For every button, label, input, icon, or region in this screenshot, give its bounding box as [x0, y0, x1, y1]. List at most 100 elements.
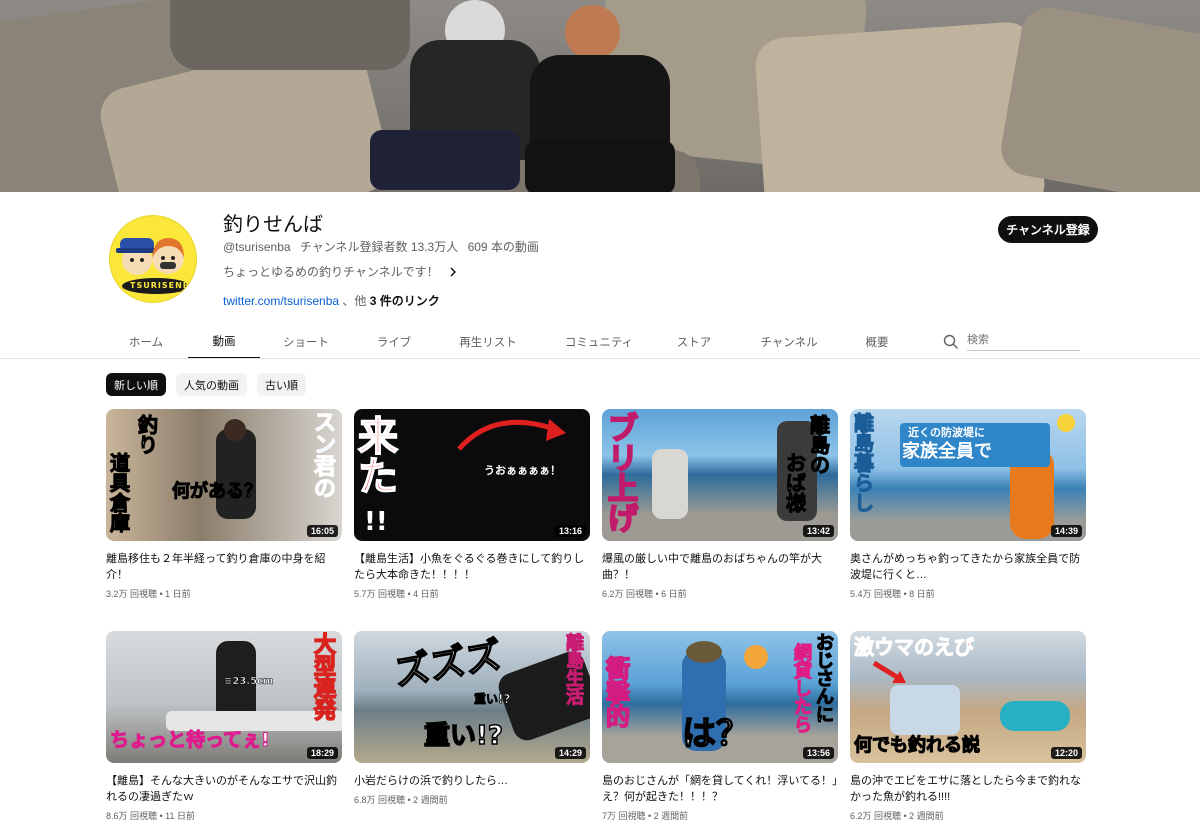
upload-age: 2 週間前: [909, 811, 944, 821]
thumb-text: スン君の: [314, 411, 337, 502]
thumb-text: 重い!?: [474, 692, 511, 706]
tab-community[interactable]: コミュニティ: [540, 324, 658, 359]
tab-playlists[interactable]: 再生リスト: [436, 324, 540, 359]
video-card[interactable]: 来た !! うおぁぁぁぁ！ 13:16 【離島生活】小魚をぐるぐる巻きにして釣り…: [354, 409, 590, 600]
thumb-text: 離島生活: [566, 633, 585, 708]
search-input[interactable]: [967, 332, 1080, 351]
video-thumbnail[interactable]: 衝撃的 は？ おじさんに 網貸したら 13:56: [602, 631, 838, 763]
chevron-right-icon: [450, 267, 456, 276]
video-thumbnail[interactable]: 激ウマのえび 何でも釣れる説 12:20: [850, 631, 1086, 763]
channel-name: 釣りせんば: [223, 214, 323, 236]
video-meta: 8.6万 回視聴 • 11 日前: [106, 811, 196, 821]
video-title[interactable]: 島のおじさんが「網を貸してくれ！浮いてる！」え？何が起きた！！！？: [602, 773, 838, 805]
video-title[interactable]: 【離島生活】小魚をぐるぐる巻きにして釣りしたら大本命きた！！！！: [354, 551, 590, 583]
thumb-text: 衝撃的: [605, 655, 631, 731]
thumb-text: ちょっと待ってぇ!: [110, 729, 271, 751]
view-count: 6.2万 回視聴: [602, 589, 654, 599]
video-meta: 3.2万 回視聴 • 1 日前: [106, 589, 191, 599]
video-title[interactable]: 爆風の厳しい中で離島のおばちゃんの竿が大曲？！: [602, 551, 838, 583]
upload-age: 4 日前: [413, 589, 439, 599]
video-count: 609 本の動画: [467, 240, 539, 254]
video-duration: 13:16: [554, 525, 586, 537]
thumb-text: 来た: [357, 414, 399, 500]
twitter-link[interactable]: twitter.com/tsurisenba: [223, 294, 339, 308]
thumb-text: 道具倉庫: [110, 451, 131, 535]
thumb-text: 重い!?: [423, 721, 503, 751]
view-count: 5.7万 回視聴: [354, 589, 406, 599]
channel-handle: @tsurisenba: [223, 240, 291, 254]
channel-links: twitter.com/tsurisenba 、他 3 件のリンク: [223, 292, 440, 309]
more-links-prefix: 、他: [342, 294, 367, 308]
video-meta: 6.8万 回視聴 • 2 週間前: [354, 795, 448, 805]
upload-age: 11 日前: [165, 811, 196, 821]
channel-banner: [0, 0, 1200, 192]
thumb-text: 網貸したら: [794, 643, 813, 736]
video-duration: 18:29: [306, 747, 338, 759]
channel-avatar[interactable]: TSURISENBA: [109, 215, 197, 303]
chip-newest[interactable]: 新しい順: [106, 373, 166, 396]
thumb-text: 離島暮らし: [854, 411, 875, 515]
tab-home[interactable]: ホーム: [104, 324, 188, 359]
video-meta: 5.4万 回視聴 • 8 日前: [850, 589, 935, 599]
thumb-text: ≡23.5cm: [224, 676, 274, 687]
channel-description[interactable]: ちょっとゆるめの釣りチャンネルです！: [223, 263, 457, 280]
upload-age: 1 日前: [165, 589, 191, 599]
thumb-text: おじさんに: [816, 633, 835, 726]
video-title[interactable]: 奥さんがめっちゃ釣ってきたから家族全員で防波堤に行くと…: [850, 551, 1086, 583]
view-count: 5.4万 回視聴: [850, 589, 902, 599]
video-duration: 14:29: [554, 747, 586, 759]
view-count: 8.6万 回視聴: [106, 811, 158, 821]
thumb-text: ズズズ: [390, 634, 505, 695]
video-meta: 5.7万 回視聴 • 4 日前: [354, 589, 439, 599]
video-duration: 13:42: [802, 525, 834, 537]
video-thumbnail[interactable]: ブリ上げ 離島の おば様 13:42: [602, 409, 838, 541]
video-title[interactable]: 島の沖でエビをエサに落としたら今まで釣れなかった魚が釣れる!!!!: [850, 773, 1086, 805]
chip-oldest[interactable]: 古い順: [257, 373, 306, 396]
thumb-text: うおぁぁぁぁ！: [484, 464, 561, 477]
video-card[interactable]: 衝撃的 は？ おじさんに 網貸したら 13:56 島のおじさんが「網を貸してくれ…: [602, 631, 838, 822]
red-arrow-graphic: [872, 660, 906, 683]
video-thumbnail[interactable]: 釣り 道具倉庫 何がある？ スン君の 16:05: [106, 409, 342, 541]
upload-age: 6 日前: [661, 589, 687, 599]
thumb-text: 何がある？: [172, 481, 263, 502]
video-card[interactable]: 離島生活 ズズズ 重い!? 重い!? 14:29 小岩だらけの浜で釣りしたら… …: [354, 631, 590, 806]
tab-channels[interactable]: チャンネル: [730, 324, 848, 359]
more-links-button[interactable]: 3 件のリンク: [370, 294, 440, 308]
video-duration: 13:56: [802, 747, 834, 759]
subscribe-button[interactable]: チャンネル登録: [998, 216, 1098, 243]
video-duration: 12:20: [1050, 747, 1082, 759]
thumb-text: 家族全員で: [902, 441, 992, 462]
thumb-text: 激ウマのえび: [854, 635, 975, 659]
chip-popular[interactable]: 人気の動画: [176, 373, 247, 396]
upload-age: 2 週間前: [653, 811, 689, 821]
video-title[interactable]: 離島移住も２年半経って釣り倉庫の中身を紹介！: [106, 551, 342, 583]
tab-store[interactable]: ストア: [658, 324, 730, 359]
video-meta: 7万 回視聴 • 2 週間前: [602, 811, 689, 821]
video-card[interactable]: 離島暮らし 近くの防波堤に 家族全員で 14:39 奥さんがめっちゃ釣ってきたか…: [850, 409, 1086, 600]
thumb-text: 離島の: [810, 413, 831, 477]
thumb-text: ブリ上げ: [607, 412, 639, 537]
tab-shorts[interactable]: ショート: [260, 324, 352, 359]
video-meta: 6.2万 回視聴 • 6 日前: [602, 589, 687, 599]
tab-about[interactable]: 概要: [848, 324, 906, 359]
view-count: 3.2万 回視聴: [106, 589, 158, 599]
video-thumbnail[interactable]: 離島生活 ズズズ 重い!? 重い!? 14:29: [354, 631, 590, 763]
upload-age: 8 日前: [909, 589, 935, 599]
video-title[interactable]: 小岩だらけの浜で釣りしたら…: [354, 773, 590, 789]
video-title[interactable]: 【離島】そんな大きいのがそんなエサで沢山釣れるの凄過ぎたｗ: [106, 773, 342, 805]
video-card[interactable]: ブリ上げ 離島の おば様 13:42 爆風の厳しい中で離島のおばちゃんの竿が大曲…: [602, 409, 838, 600]
video-card[interactable]: 激ウマのえび 何でも釣れる説 12:20 島の沖でエビをエサに落としたら今まで釣…: [850, 631, 1086, 822]
video-thumbnail[interactable]: 来た !! うおぁぁぁぁ！ 13:16: [354, 409, 590, 541]
thumb-text: !!: [364, 507, 388, 537]
search-icon[interactable]: [943, 334, 959, 350]
video-card[interactable]: 大型連発 ちょっと待ってぇ! ≡23.5cm 18:29 【離島】そんな大きいの…: [106, 631, 342, 822]
thumb-text: 近くの防波堤に: [908, 426, 985, 439]
view-count: 6.2万 回視聴: [850, 811, 902, 821]
channel-search: [943, 332, 1080, 351]
video-card[interactable]: 釣り 道具倉庫 何がある？ スン君の 16:05 離島移住も２年半経って釣り倉庫…: [106, 409, 342, 600]
tab-videos[interactable]: 動画: [188, 324, 260, 359]
video-thumbnail[interactable]: 大型連発 ちょっと待ってぇ! ≡23.5cm 18:29: [106, 631, 342, 763]
video-thumbnail[interactable]: 離島暮らし 近くの防波堤に 家族全員で 14:39: [850, 409, 1086, 541]
tab-live[interactable]: ライブ: [352, 324, 436, 359]
thumb-text: おば様: [786, 451, 807, 515]
